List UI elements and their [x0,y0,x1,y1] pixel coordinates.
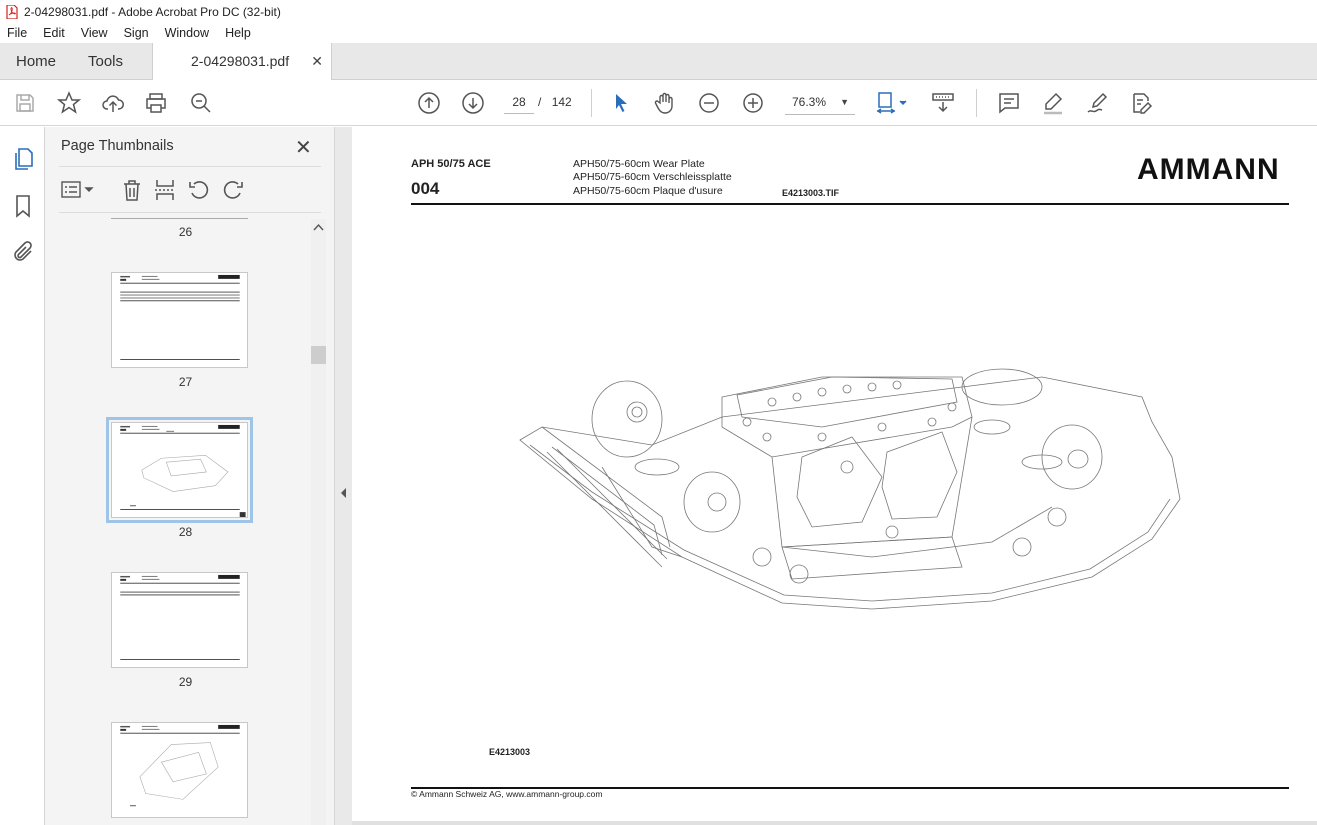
menu-window[interactable]: Window [157,26,217,40]
zoom-select[interactable]: 76.3% ▼ [785,89,855,115]
thumbnail-number: 27 [178,375,193,389]
attachments-paperclip-icon[interactable] [11,240,35,264]
close-tab-icon[interactable]: ✕ [311,43,323,80]
menu-view[interactable]: View [73,26,116,40]
page-fit-icon[interactable] [875,91,909,115]
highlight-pen-icon[interactable] [1041,91,1065,115]
tab-home[interactable]: Home [16,43,56,80]
menu-edit[interactable]: Edit [35,26,73,40]
scroll-mode-icon[interactable] [931,91,955,115]
thumbnail-options-icon[interactable] [61,178,97,202]
bookmark-star-icon[interactable] [56,91,82,115]
page-count: / 142 [538,95,572,109]
rotate-counterclockwise-icon[interactable] [187,178,211,202]
thumbnail-page-30[interactable] [111,722,248,818]
collapse-panel-icon[interactable] [335,487,352,499]
scroll-up-icon[interactable] [311,221,326,233]
toolbar-divider [591,89,592,117]
thumbnail-page-29[interactable] [111,572,248,668]
total-pages: 142 [551,95,572,109]
previous-page-icon[interactable] [417,91,441,115]
comment-icon[interactable] [997,91,1021,115]
thumbnail-list: 26 27 28 29 [59,218,312,825]
rotate-clockwise-icon[interactable] [221,178,245,202]
copyright-text: © Ammann Schweiz AG, www.ammann-group.co… [411,789,603,799]
delete-page-icon[interactable] [120,178,144,202]
pdf-file-icon [6,4,18,19]
tab-tools[interactable]: Tools [88,43,123,80]
thumbnail-page-28[interactable] [106,417,253,523]
tab-document-label: 2-04298031.pdf [191,53,290,69]
upload-cloud-icon[interactable] [101,91,125,115]
menu-help[interactable]: Help [217,26,259,40]
tab-document[interactable]: 2-04298031.pdf ✕ [152,43,332,81]
zoom-out-icon[interactable] [697,91,721,115]
menu-file[interactable]: File [0,26,35,40]
chevron-down-icon: ▼ [840,97,849,107]
page-separator: / [538,95,542,109]
next-page-icon[interactable] [461,91,485,115]
select-arrow-icon[interactable] [609,91,633,115]
save-icon[interactable] [13,91,37,115]
thumbnail-number: 26 [178,225,193,239]
menu-bar: File Edit View Sign Window Help [0,23,1317,43]
print-icon[interactable] [144,91,168,115]
thumbnail-page-27[interactable] [111,272,248,368]
panel-divider [59,212,321,213]
sign-fountain-pen-icon[interactable] [1085,91,1109,115]
thumbnail-number: 29 [178,675,193,689]
bookmarks-icon[interactable] [11,194,35,218]
page-thumbnails-panel: Page Thumbnails ✕ 26 27 28 29 [45,127,335,825]
scrollbar-thumb[interactable] [311,346,326,364]
panel-title: Page Thumbnails [61,138,174,154]
wear-plate-drawing [519,368,1181,610]
close-panel-icon[interactable]: ✕ [295,135,312,160]
drawing-caption: E4213003 [489,747,531,757]
zoom-value: 76.3% [792,95,827,109]
panel-divider [59,166,321,167]
zoom-search-icon[interactable] [189,91,213,115]
edit-pdf-icon[interactable] [1129,91,1153,115]
thumbnail-page-26[interactable] [111,218,248,219]
panel-splitter[interactable] [335,127,352,825]
window-title: 2-04298031.pdf - Adobe Acrobat Pro DC (3… [24,4,281,19]
navigation-pane-strip [0,127,45,825]
hand-tool-icon[interactable] [653,91,677,115]
zoom-in-icon[interactable] [741,91,765,115]
page-thumbnails-icon[interactable] [11,147,35,171]
tab-bar: Home Tools 2-04298031.pdf ✕ [0,43,1317,81]
menu-sign[interactable]: Sign [116,26,157,40]
thumbnail-number: 28 [178,525,193,539]
toolbar [0,80,1317,126]
pdf-page: APH 50/75 ACE 004 APH50/75-60cm Wear Pla… [352,127,1317,821]
page-number-input[interactable] [504,90,534,114]
insert-page-icon[interactable] [153,178,177,202]
toolbar-divider [976,89,977,117]
title-bar: 2-04298031.pdf - Adobe Acrobat Pro DC (3… [0,0,1317,23]
document-viewer[interactable]: APH 50/75 ACE 004 APH50/75-60cm Wear Pla… [352,127,1317,825]
thumbnail-scrollbar[interactable] [311,219,326,825]
